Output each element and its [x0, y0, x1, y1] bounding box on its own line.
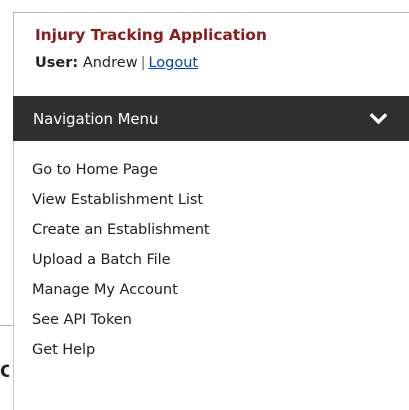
- navigation-panel: Injury Tracking Application User: Andrew…: [1, 12, 409, 410]
- menu-item-view-establishments[interactable]: View Establishment List: [14, 185, 409, 215]
- menu-item-manage-account[interactable]: Manage My Account: [14, 275, 409, 305]
- user-separator: |: [140, 55, 146, 71]
- background-divider: [1, 325, 14, 326]
- navigation-menu-toggle[interactable]: Navigation Menu: [13, 96, 409, 141]
- menu-item-create-establishment[interactable]: Create an Establishment: [14, 215, 409, 245]
- user-label: User:: [35, 55, 79, 71]
- page: C Injury Tracking Application User: Andr…: [0, 0, 409, 410]
- logout-link[interactable]: Logout: [148, 55, 198, 71]
- user-name: Andrew: [82, 55, 138, 71]
- app-header: Injury Tracking Application User: Andrew…: [13, 12, 409, 96]
- menu-item-home[interactable]: Go to Home Page: [14, 155, 409, 185]
- chevron-down-icon: [370, 112, 387, 124]
- user-info: User: Andrew | Logout: [35, 52, 409, 74]
- app-title: Injury Tracking Application: [35, 26, 267, 44]
- menu-item-api-token[interactable]: See API Token: [14, 305, 409, 335]
- menu-item-upload-batch[interactable]: Upload a Batch File: [14, 245, 409, 275]
- navigation-menu-title: Navigation Menu: [33, 109, 159, 128]
- navigation-menu-list: Go to Home Page View Establishment List …: [1, 141, 409, 410]
- background-clipped-text: C: [0, 362, 9, 382]
- menu-item-get-help[interactable]: Get Help: [14, 335, 409, 365]
